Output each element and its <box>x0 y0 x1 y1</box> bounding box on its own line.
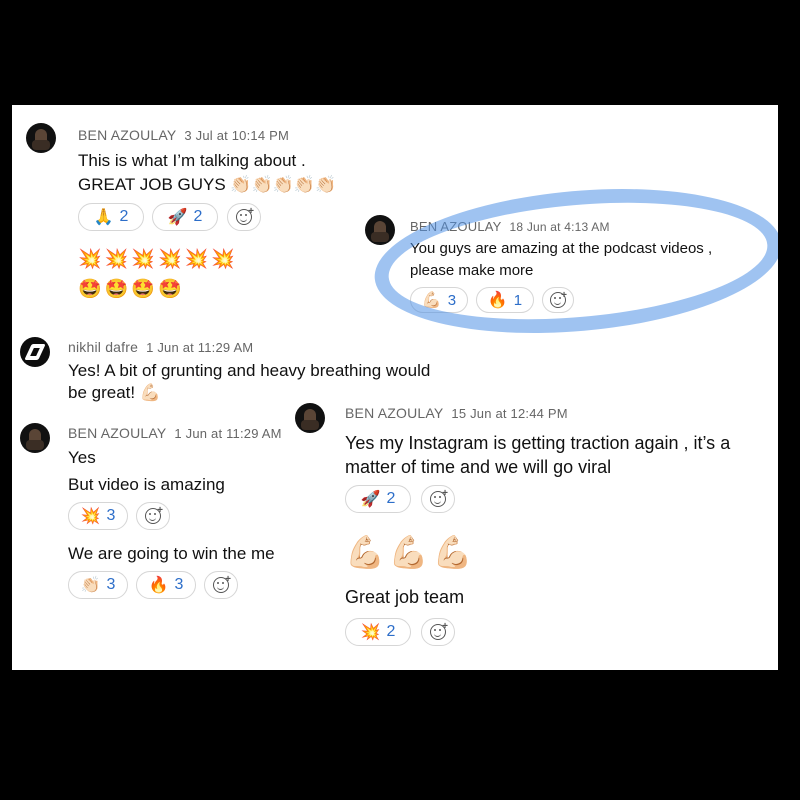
message-line: This is what I’m talking about . <box>78 151 306 170</box>
message-header: BEN AZOULAY 3 Jul at 10:14 PM <box>78 127 289 143</box>
reaction-count: 2 <box>386 623 396 640</box>
author-name[interactable]: BEN AZOULAY <box>68 425 166 441</box>
reaction-emoji: 🙏 <box>93 209 114 226</box>
avatar[interactable] <box>295 403 325 433</box>
message-header: BEN AZOULAY 1 Jun at 11:29 AM <box>68 425 282 441</box>
emoji-line: 🤩🤩🤩🤩 <box>78 279 185 300</box>
emoji-line: 💪🏻💪🏻💪🏻 <box>345 534 477 570</box>
add-reaction-button[interactable]: + <box>136 502 170 530</box>
author-name[interactable]: BEN AZOULAY <box>78 127 176 143</box>
message-header: BEN AZOULAY 15 Jun at 12:44 PM <box>345 405 568 421</box>
avatar[interactable] <box>365 215 395 245</box>
message-line: be great! 💪🏻 <box>68 383 161 402</box>
reaction-emoji: 💥 <box>360 624 381 641</box>
reaction-emoji: 💥 <box>80 508 101 525</box>
reaction-emoji: 🚀 <box>167 209 188 226</box>
reaction-pill[interactable]: 👏🏻 3 <box>68 571 128 599</box>
message-line: We are going to win the me <box>68 544 275 563</box>
reaction-count: 3 <box>174 576 184 593</box>
timestamp: 3 Jul at 10:14 PM <box>184 128 289 143</box>
emoji-line: 💥💥💥💥💥💥 <box>78 249 238 270</box>
reaction-pill[interactable]: 💥 2 <box>345 618 411 646</box>
timestamp: 15 Jun at 12:44 PM <box>451 406 568 421</box>
reaction-count: 2 <box>386 490 396 507</box>
avatar[interactable] <box>26 123 56 153</box>
reaction-pill[interactable]: 💥 3 <box>68 502 128 530</box>
avatar[interactable] <box>20 337 50 367</box>
author-name[interactable]: nikhil dafre <box>68 339 138 355</box>
add-reaction-button[interactable]: + <box>204 571 238 599</box>
message-line: matter of time and we will go viral <box>345 457 612 477</box>
reaction-emoji: 🔥 <box>148 577 169 594</box>
reaction-pill[interactable]: 🚀 2 <box>345 485 411 513</box>
reaction-count: 2 <box>193 208 203 225</box>
reaction-pill[interactable]: 🚀 2 <box>152 203 218 231</box>
timestamp: 1 Jun at 11:29 AM <box>174 426 282 441</box>
author-name[interactable]: BEN AZOULAY <box>345 405 443 421</box>
reaction-emoji: 🚀 <box>360 491 381 508</box>
reaction-count: 3 <box>106 576 116 593</box>
add-reaction-button[interactable]: + <box>421 618 455 646</box>
timestamp: 1 Jun at 11:29 AM <box>146 340 254 355</box>
reaction-count: 3 <box>106 507 116 524</box>
highlight-circle <box>368 173 778 349</box>
reaction-pill[interactable]: 🙏 2 <box>78 203 144 231</box>
add-reaction-button[interactable]: + <box>421 485 455 513</box>
reaction-count: 2 <box>119 208 129 225</box>
avatar[interactable] <box>20 423 50 453</box>
message-line: But video is amazing <box>68 475 225 494</box>
message-line: GREAT JOB GUYS 👏🏻👏🏻👏🏻👏🏻👏🏻 <box>78 175 337 194</box>
reaction-pill[interactable]: 🔥 3 <box>136 571 196 599</box>
message-line: Great job team <box>345 587 465 607</box>
message-line: Yes <box>68 448 96 467</box>
message-line: Yes! A bit of grunting and heavy breathi… <box>68 361 431 380</box>
message-header: nikhil dafre 1 Jun at 11:29 AM <box>68 339 253 355</box>
reaction-emoji: 👏🏻 <box>80 577 101 594</box>
add-reaction-button[interactable]: + <box>227 203 261 231</box>
chat-panel: BEN AZOULAY 3 Jul at 10:14 PM This is wha… <box>12 105 778 670</box>
message-line: Yes my Instagram is getting traction aga… <box>345 433 731 453</box>
